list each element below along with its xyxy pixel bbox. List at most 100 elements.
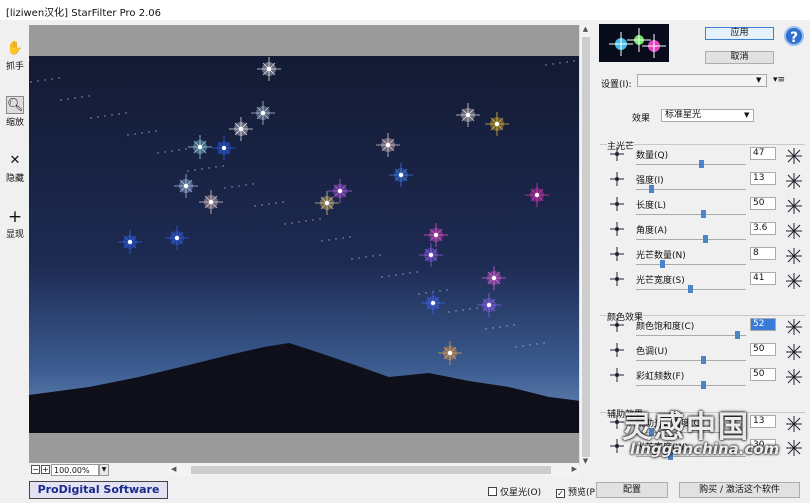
- star-preview-icon: [786, 223, 802, 239]
- scroll-left-icon[interactable]: ◀: [171, 465, 176, 473]
- window-title: [liziwen汉化] StarFilter Pro 2.06: [6, 8, 161, 19]
- star-preview-icon: [786, 173, 802, 189]
- reveal-tool[interactable]: + 显现: [2, 208, 28, 240]
- star-preview-icon: [786, 248, 802, 264]
- slider-value-field[interactable]: 50: [750, 197, 776, 210]
- slider-track[interactable]: [636, 164, 746, 165]
- slider-track[interactable]: [636, 385, 746, 386]
- preview-checkbox[interactable]: ✓ 预览(P): [556, 485, 598, 498]
- star-shape-icon: [610, 197, 624, 211]
- plus-icon: +: [7, 207, 23, 227]
- zoom-in-button[interactable]: +: [41, 465, 50, 474]
- slider-value-field[interactable]: 52: [750, 318, 776, 331]
- hide-tool-label: 隐藏: [5, 174, 24, 184]
- slider-thumb[interactable]: [700, 356, 706, 364]
- star-preview-icon: [786, 273, 802, 289]
- slider-thumb[interactable]: [700, 381, 706, 389]
- slider-track[interactable]: [636, 264, 746, 265]
- star-shape-icon: [610, 415, 624, 429]
- slider-track[interactable]: [636, 456, 746, 457]
- slider-value-field[interactable]: 3.6: [750, 222, 776, 235]
- slider-value-field[interactable]: 13: [750, 172, 776, 185]
- only-star-checkbox[interactable]: 仅星光(O): [488, 485, 541, 498]
- slider-value-field[interactable]: 30: [750, 439, 776, 452]
- slider-thumb[interactable]: [735, 331, 741, 339]
- zoom-out-button[interactable]: −: [31, 465, 40, 474]
- star-preview-icon: [786, 198, 802, 214]
- reveal-tool-label: 显现: [5, 230, 24, 240]
- settings-label: 设置(I):: [601, 80, 632, 90]
- aux-row: 辅助光芒强度(G) 13: [600, 415, 810, 439]
- image-canvas[interactable]: [28, 25, 581, 463]
- slider-label: 颜色饱和度(C): [636, 322, 695, 332]
- hand-tool[interactable]: ✋ 抓手: [2, 40, 28, 72]
- effect-label: 效果: [632, 114, 651, 124]
- main-row: 长度(L) 50: [600, 197, 810, 221]
- slider-label: 光芒宽度(S): [636, 276, 685, 286]
- slider-thumb[interactable]: [700, 210, 706, 218]
- buy-activate-button[interactable]: 购买 / 激活这个软件: [679, 482, 800, 498]
- effect-preview-thumbnail: [599, 24, 669, 62]
- magnifier-icon: 🔍︎: [6, 96, 24, 114]
- hand-tool-label: 抓手: [5, 62, 24, 72]
- star-shape-icon: [610, 272, 624, 286]
- scroll-up-icon[interactable]: ▲: [580, 25, 591, 33]
- cancel-button[interactable]: 取消: [705, 51, 774, 64]
- slider-value-field[interactable]: 41: [750, 272, 776, 285]
- settings-dropdown[interactable]: [637, 74, 767, 87]
- slider-value-field[interactable]: 8: [750, 247, 776, 260]
- slider-value-field[interactable]: 50: [750, 343, 776, 356]
- horizontal-scrollbar[interactable]: ◀ ▶: [169, 464, 579, 476]
- horizontal-scroll-thumb[interactable]: [191, 466, 551, 474]
- hide-tool[interactable]: ✕ 隐藏: [2, 152, 28, 184]
- main-row: 光芒数量(N) 8: [600, 247, 810, 271]
- color-row: 色调(U) 50: [600, 343, 810, 367]
- color-effect-group: 颜色效果 颜色饱和度(C) 52 色调(U) 50 彩虹频数(F) 50: [600, 310, 805, 395]
- slider-track[interactable]: [636, 360, 746, 361]
- apply-button[interactable]: 应用: [705, 27, 774, 40]
- slider-track[interactable]: [636, 335, 746, 336]
- star-preview-icon: [786, 148, 802, 164]
- checkbox-unchecked-icon: [488, 487, 497, 496]
- star-preview-icon: [786, 440, 802, 456]
- star-shape-icon: [610, 172, 624, 186]
- effect-dropdown[interactable]: 标准星光: [661, 109, 754, 122]
- slider-label: 长度(L): [636, 201, 667, 211]
- zoom-dropdown-icon[interactable]: ▼: [99, 464, 109, 476]
- config-button[interactable]: 配置: [596, 482, 668, 498]
- slider-thumb[interactable]: [648, 428, 654, 436]
- slider-value-field[interactable]: 50: [750, 368, 776, 381]
- settings-dropdown-arrow-icon[interactable]: ▼: [756, 76, 761, 84]
- slider-thumb[interactable]: [668, 452, 674, 460]
- vertical-scroll-thumb[interactable]: [582, 37, 590, 457]
- bottom-bar: − + 100.00% ▼ ◀ ▶: [29, 464, 581, 477]
- help-icon[interactable]: ?: [784, 26, 804, 46]
- scroll-down-icon[interactable]: ▼: [580, 457, 591, 465]
- star-preview-icon: [786, 319, 802, 335]
- star-shape-icon: [610, 147, 624, 161]
- slider-thumb[interactable]: [687, 285, 693, 293]
- slider-track[interactable]: [636, 214, 746, 215]
- aux-row: 光芒宽度(W) 30: [600, 439, 810, 463]
- zoom-value[interactable]: 100.00%: [51, 464, 99, 476]
- zoom-tool-label: 缩放: [5, 118, 24, 128]
- slider-track[interactable]: [636, 239, 746, 240]
- effect-dropdown-arrow-icon[interactable]: ▼: [744, 111, 749, 119]
- color-row: 彩虹频数(F) 50: [600, 368, 810, 392]
- vertical-scrollbar[interactable]: ▲ ▼: [579, 25, 591, 465]
- main-row: 角度(A) 3.6: [600, 222, 810, 246]
- settings-menu-icon[interactable]: ▾≡: [773, 75, 785, 85]
- hand-icon: ✋: [6, 41, 24, 56]
- zoom-control: − + 100.00% ▼: [29, 464, 139, 477]
- slider-thumb[interactable]: [659, 260, 665, 268]
- zoom-tool[interactable]: 🔍︎ 缩放: [2, 96, 28, 128]
- slider-thumb[interactable]: [648, 185, 654, 193]
- scroll-right-icon[interactable]: ▶: [572, 465, 577, 473]
- slider-thumb[interactable]: [698, 160, 704, 168]
- slider-thumb[interactable]: [702, 235, 708, 243]
- settings-panel: 应用 取消 ? 设置(I): ▼ ▾≡ 效果 标准星光 ▼ 主光芒 数量(Q) 4…: [595, 20, 810, 478]
- footer-bar: ProDigital Software 仅星光(O) ✓ 预览(P) 配置 购买 …: [0, 478, 810, 503]
- slider-value-field[interactable]: 47: [750, 147, 776, 160]
- slider-value-field[interactable]: 13: [750, 415, 776, 428]
- main-row: 光芒宽度(S) 41: [600, 272, 810, 296]
